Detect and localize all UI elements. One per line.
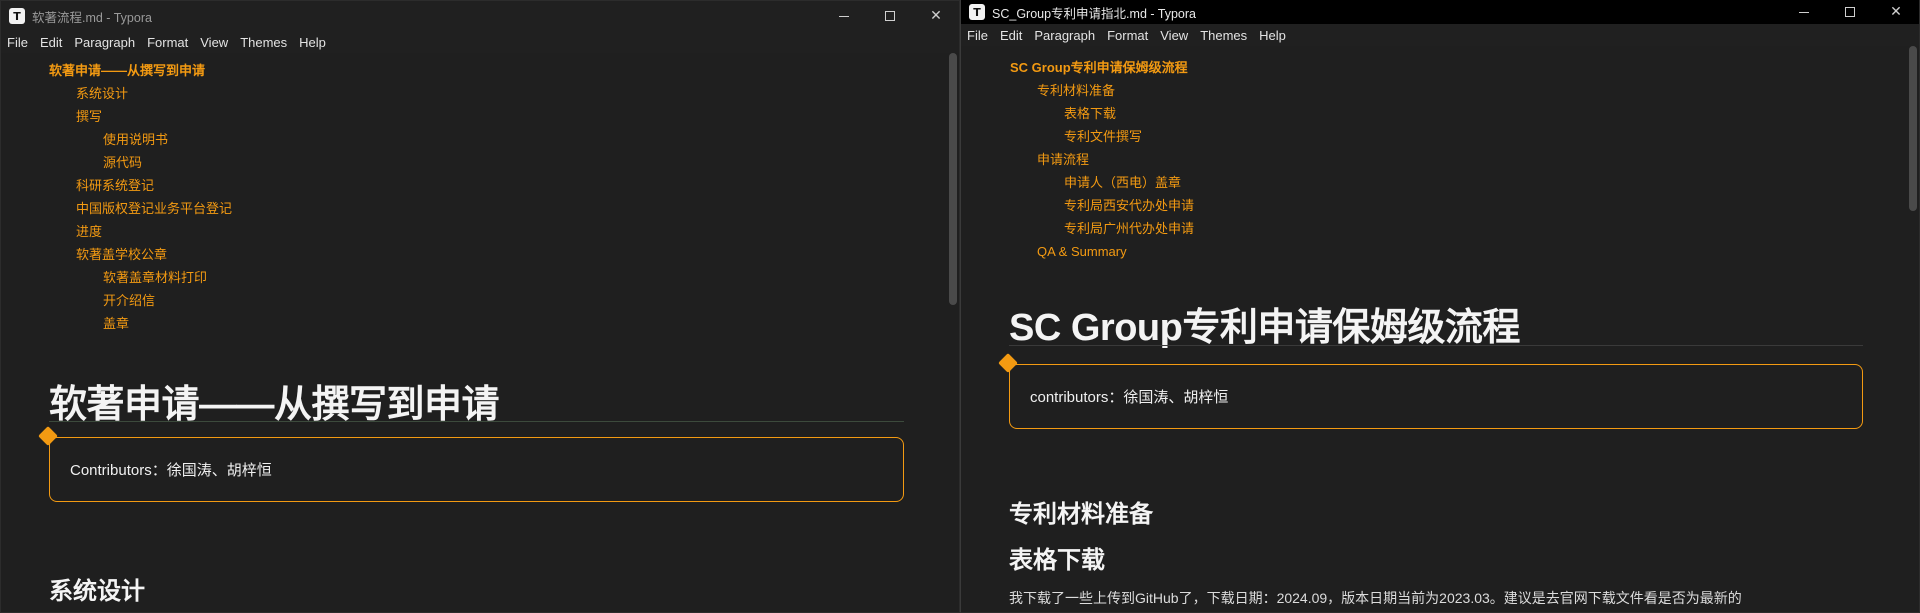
toc-link[interactable]: 进度 [49, 220, 232, 243]
typora-window-right: T SC_Group专利申请指北.md - Typora ✕ File Edit… [960, 0, 1920, 613]
toc-link[interactable]: QA & Summary [1010, 240, 1194, 263]
toc-link[interactable]: 软著申请——从撰写到申请 [49, 59, 232, 82]
menu-help[interactable]: Help [1259, 28, 1286, 43]
maximize-button[interactable] [1827, 0, 1873, 24]
toc-link[interactable]: 源代码 [49, 151, 232, 174]
paragraph-text: 我下载了一些上传到GitHub了，下载日期：2024.09，版本日期当前为202… [1009, 590, 1742, 606]
menu-paragraph[interactable]: Paragraph [74, 35, 135, 50]
toc-link[interactable]: SC Group专利申请保姆级流程 [1010, 56, 1194, 79]
typora-app-icon: T [9, 8, 25, 24]
menu-file[interactable]: File [967, 28, 988, 43]
menu-file[interactable]: File [7, 35, 28, 50]
menu-bar: File Edit Paragraph Format View Themes H… [1, 31, 959, 53]
close-button[interactable]: ✕ [1873, 0, 1919, 24]
menu-themes[interactable]: Themes [1200, 28, 1247, 43]
close-button[interactable]: ✕ [913, 1, 959, 31]
contributors-text: Contributors：徐国涛、胡梓恒 [70, 462, 272, 479]
toc-link[interactable]: 表格下载 [1010, 102, 1194, 125]
table-of-contents: 软著申请——从撰写到申请 系统设计 撰写 使用说明书 源代码 科研系统登记 中国版权登记业务… [49, 59, 232, 335]
toc-link[interactable]: 盖章 [49, 312, 232, 335]
toc-link[interactable]: 专利局广州代办处申请 [1010, 217, 1194, 240]
menu-bar: File Edit Paragraph Format View Themes H… [961, 24, 1919, 46]
window-title: 软著流程.md - Typora [32, 10, 152, 25]
minimize-button[interactable] [1781, 0, 1827, 24]
window-title: SC_Group专利申请指北.md - Typora [992, 6, 1196, 21]
contributors-callout: contributors：徐国涛、胡梓恒 [998, 353, 1863, 429]
typora-window-left: T 软著流程.md - Typora ✕ File Edit Paragraph… [0, 0, 960, 613]
toc-link[interactable]: 专利局西安代办处申请 [1010, 194, 1194, 217]
title-bar[interactable]: T 软著流程.md - Typora ✕ [1, 1, 959, 31]
scrollbar-thumb[interactable] [949, 53, 957, 305]
toc-link[interactable]: 开介绍信 [49, 289, 232, 312]
toc-link[interactable]: 申请人（西电）盖章 [1010, 171, 1194, 194]
menu-view[interactable]: View [1160, 28, 1188, 43]
typora-app-icon: T [969, 4, 985, 20]
toc-link[interactable]: 科研系统登记 [49, 174, 232, 197]
subsection-heading: 表格下载 [1009, 547, 1105, 574]
minimize-icon [839, 15, 849, 17]
section-heading: 专利材料准备 [1009, 501, 1153, 528]
callout-diamond-icon [38, 426, 58, 446]
minimize-button[interactable] [821, 1, 867, 31]
close-icon: ✕ [930, 8, 942, 24]
toc-link[interactable]: 软著盖章材料打印 [49, 266, 232, 289]
toc-link[interactable]: 使用说明书 [49, 128, 232, 151]
document-title: SC Group专利申请保姆级流程 [1009, 307, 1520, 349]
menu-edit[interactable]: Edit [40, 35, 62, 50]
maximize-button[interactable] [867, 1, 913, 31]
close-icon: ✕ [1890, 4, 1902, 20]
menu-format[interactable]: Format [1107, 28, 1148, 43]
menu-view[interactable]: View [200, 35, 228, 50]
scrollbar-thumb[interactable] [1909, 46, 1917, 211]
toc-link[interactable]: 中国版权登记业务平台登记 [49, 197, 232, 220]
menu-paragraph[interactable]: Paragraph [1034, 28, 1095, 43]
menu-format[interactable]: Format [147, 35, 188, 50]
toc-link[interactable]: 撰写 [49, 105, 232, 128]
toc-link[interactable]: 专利文件撰写 [1010, 125, 1194, 148]
contributors-text: contributors：徐国涛、胡梓恒 [1030, 389, 1229, 406]
menu-themes[interactable]: Themes [240, 35, 287, 50]
minimize-icon [1799, 11, 1809, 13]
toc-link[interactable]: 系统设计 [49, 82, 232, 105]
menu-edit[interactable]: Edit [1000, 28, 1022, 43]
maximize-icon [885, 11, 895, 21]
toc-link[interactable]: 专利材料准备 [1010, 79, 1194, 102]
heading-divider [49, 421, 904, 422]
contributors-callout: Contributors：徐国涛、胡梓恒 [38, 426, 904, 502]
section-heading: 系统设计 [49, 578, 145, 605]
title-bar[interactable]: T SC_Group专利申请指北.md - Typora ✕ [961, 0, 1919, 24]
document-title: 软著申请——从撰写到申请 [49, 384, 500, 426]
toc-link[interactable]: 申请流程 [1010, 148, 1194, 171]
heading-divider [1009, 345, 1863, 346]
maximize-icon [1845, 7, 1855, 17]
table-of-contents: SC Group专利申请保姆级流程 专利材料准备 表格下载 专利文件撰写 申请流程 申请人… [1010, 56, 1194, 263]
menu-help[interactable]: Help [299, 35, 326, 50]
callout-diamond-icon [998, 353, 1018, 373]
toc-link[interactable]: 软著盖学校公章 [49, 243, 232, 266]
